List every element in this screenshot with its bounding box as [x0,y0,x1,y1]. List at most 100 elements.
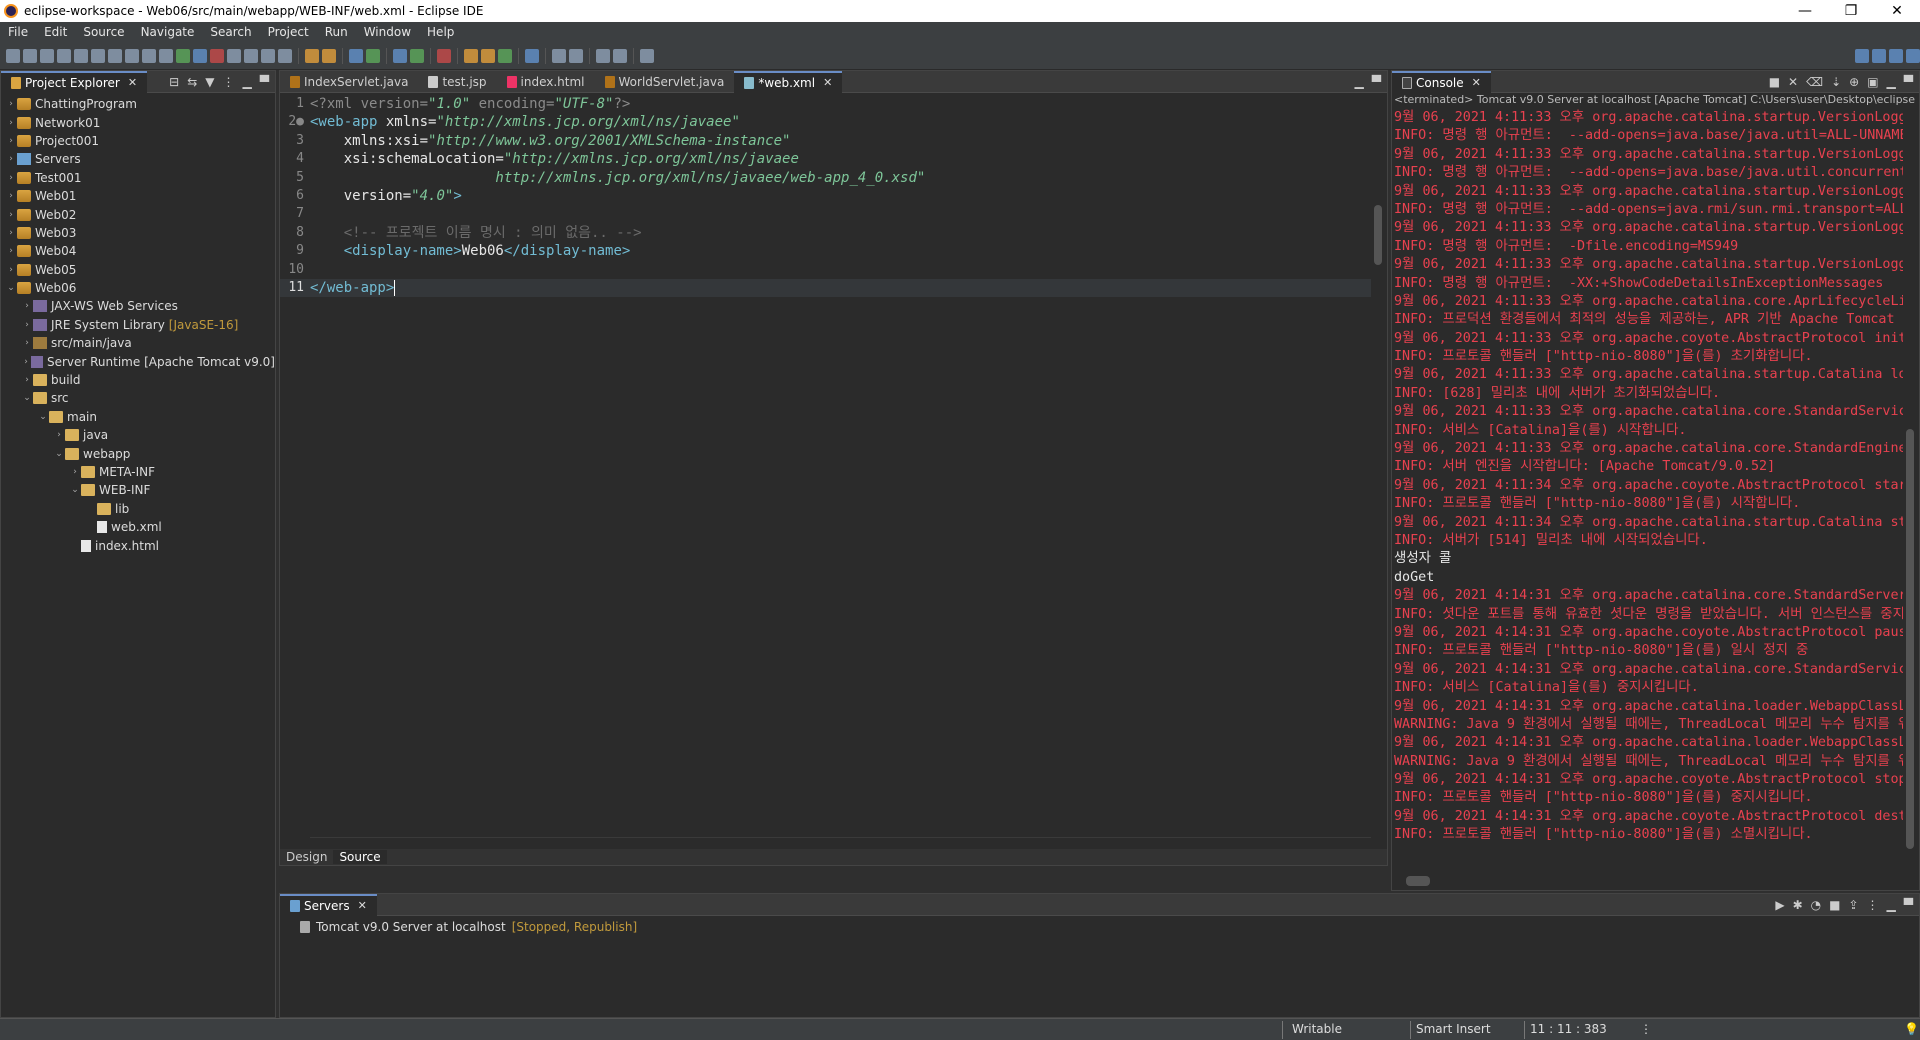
menu-file[interactable]: File [0,25,36,39]
tree-item[interactable]: › ChattingProgram [1,95,275,113]
publish-icon[interactable]: ⇪ [1848,898,1858,912]
tree-item[interactable]: ⌄ Web06 [1,279,275,297]
chevron-right-icon[interactable]: › [5,99,17,109]
chevron-right-icon[interactable]: › [5,265,17,275]
minimize-icon[interactable]: ▁ [1887,75,1896,89]
scroll-lock-icon[interactable]: ⇣ [1831,75,1841,89]
tree-item[interactable]: index.html [1,536,275,554]
code-line[interactable]: 1 <?xml version="1.0" encoding="UTF-8"?> [280,95,1371,113]
menu-source[interactable]: Source [75,25,132,39]
chevron-down-icon[interactable]: ⌄ [37,412,49,422]
chevron-right-icon[interactable]: › [5,191,17,201]
tree-item[interactable]: web.xml [1,518,275,536]
chevron-right-icon[interactable]: › [5,246,17,256]
close-icon[interactable]: ✕ [358,899,367,912]
tree-item[interactable]: › JAX-WS Web Services [1,297,275,315]
tree-item[interactable]: › java [1,426,275,444]
code-line[interactable]: 4 xsi:schemaLocation="http://xmlns.jcp.o… [280,150,1371,168]
minimize-icon[interactable]: ▁ [1887,898,1896,912]
code-line[interactable]: 2● <web-app xmlns="http://xmlns.jcp.org/x… [280,113,1371,131]
code-line[interactable]: 8 <!-- 프로젝트 이름 명시 : 의미 없음.. --> [280,224,1371,242]
terminate-icon[interactable]: ■ [1769,75,1780,89]
open-task-icon[interactable] [322,48,336,63]
redo-icon[interactable] [142,48,156,63]
menu-run[interactable]: Run [317,25,356,39]
minimize-icon[interactable]: ▁ [1355,75,1364,89]
chevron-right-icon[interactable]: › [53,430,65,440]
chevron-right-icon[interactable]: › [21,338,33,348]
stop-server-icon[interactable]: ■ [1829,898,1840,912]
minimize-icon[interactable]: ▁ [243,75,252,89]
view-menu-icon[interactable]: ⋮ [1867,898,1879,912]
remove-launch-icon[interactable]: ✕ [1788,75,1798,89]
tab-indexservlet-java[interactable]: IndexServlet.java [280,71,418,93]
maximize-button[interactable]: ❐ [1828,0,1874,22]
resume-icon[interactable] [176,48,190,63]
perspective-debug-icon[interactable] [1889,48,1903,63]
annotation-prev-icon[interactable] [569,48,583,63]
close-icon[interactable]: ✕ [128,76,137,89]
code-line[interactable]: 3 xmlns:xsi="http://www.w3.org/2001/XMLS… [280,132,1371,150]
menu-navigate[interactable]: Navigate [133,25,203,39]
close-icon[interactable]: ✕ [823,76,832,89]
tab-console[interactable]: Console ✕ [1392,70,1491,93]
tip-icon[interactable]: 💡 [1904,1022,1919,1036]
server-entry[interactable]: Tomcat v9.0 Server at localhost [Stopped… [300,920,637,934]
tree-item[interactable]: › Web04 [1,242,275,260]
tree-item[interactable]: › Web03 [1,224,275,242]
menu-edit[interactable]: Edit [36,25,75,39]
chevron-right-icon[interactable]: › [21,375,33,385]
tab-test-jsp[interactable]: test.jsp [418,71,496,93]
disconnect-icon[interactable] [227,48,241,63]
chevron-down-icon[interactable]: ⌄ [21,393,33,403]
tree-item[interactable]: › src/main/java [1,334,275,352]
close-button[interactable]: ✕ [1874,0,1920,22]
chevron-right-icon[interactable]: › [69,467,81,477]
terminate-icon[interactable] [210,48,224,63]
new-icon[interactable] [6,48,20,63]
chevron-right-icon[interactable]: › [5,118,17,128]
copy-icon[interactable] [91,48,105,63]
tab-index-html[interactable]: index.html [497,71,595,93]
console-horizontal-scrollbar[interactable] [1392,872,1903,890]
menu-window[interactable]: Window [356,25,419,39]
tree-item[interactable]: › Server Runtime [Apache Tomcat v9.0] [1,352,275,370]
menu-search[interactable]: Search [202,25,259,39]
code-line[interactable]: 11 </web-app> [280,278,1371,298]
tab-servers[interactable]: Servers ✕ [280,893,377,916]
menu-help[interactable]: Help [419,25,462,39]
print-icon[interactable] [57,48,71,63]
debug-server-icon[interactable]: ✱ [1793,898,1803,912]
minimize-button[interactable]: — [1782,0,1828,22]
step-return-icon[interactable] [278,48,292,63]
close-icon[interactable]: ✕ [1472,76,1481,89]
console-vertical-scrollbar[interactable] [1903,109,1919,872]
chevron-right-icon[interactable]: › [21,320,33,330]
step-over-icon[interactable] [261,48,275,63]
chevron-right-icon[interactable]: › [5,173,17,183]
tree-item[interactable]: ⌄ main [1,408,275,426]
collapse-all-icon[interactable]: ⊟ [169,75,179,89]
chevron-right-icon[interactable]: › [5,136,17,146]
code-line[interactable]: 7 [280,205,1371,223]
back-icon[interactable] [596,48,610,63]
maximize-icon[interactable]: ▀ [1904,898,1913,912]
pin-editor-icon[interactable] [640,48,654,63]
tree-item[interactable]: ⌄ src [1,389,275,407]
tree-item[interactable]: › JRE System Library [JavaSE-16] [1,316,275,334]
new-package-icon[interactable] [481,48,495,63]
tree-item[interactable]: › Project001 [1,132,275,150]
new-class-icon[interactable] [498,48,512,63]
annotation-next-icon[interactable] [552,48,566,63]
tree-item[interactable]: › Servers [1,150,275,168]
tab-worldservlet-java[interactable]: WorldServlet.java [595,71,735,93]
tree-item[interactable]: › Test001 [1,169,275,187]
console-output[interactable]: 9월 06, 2021 4:11:33 오후 org.apache.catali… [1394,109,1903,872]
editor-vertical-scrollbar[interactable] [1371,95,1387,833]
run-icon[interactable] [410,48,424,63]
tree-item[interactable]: › Network01 [1,113,275,131]
filter-icon[interactable]: ▼ [205,75,214,89]
debug-icon[interactable] [393,48,407,63]
tree-item[interactable]: › Web02 [1,205,275,223]
run-last-icon[interactable] [366,48,380,63]
